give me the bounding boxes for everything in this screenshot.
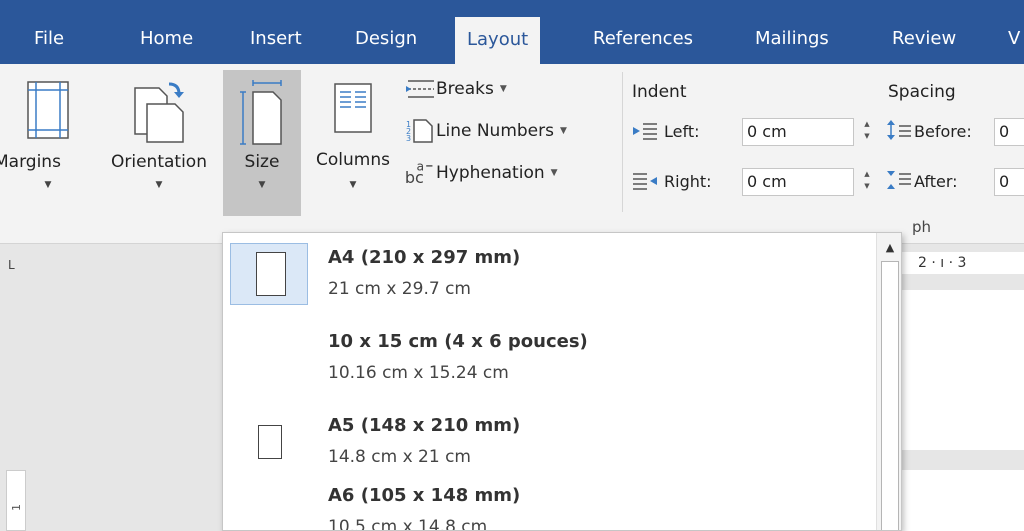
page-size-icon: [240, 80, 282, 145]
indent-right-spinner[interactable]: ▲ ▼: [860, 168, 874, 196]
horizontal-ruler: 2 · ı · 3: [900, 252, 1024, 274]
page-portrait-icon: [256, 252, 286, 296]
tab-view-partial[interactable]: V: [1008, 0, 1020, 64]
chevron-down-icon: ▼: [258, 180, 266, 190]
size-option-dims: 14.8 cm x 21 cm: [328, 447, 471, 467]
vertical-ruler-mark: 1: [9, 504, 23, 511]
chevron-down-icon: ▼: [349, 180, 357, 190]
vertical-ruler: 1: [6, 470, 26, 531]
margins-button[interactable]: Margins ▼: [0, 70, 96, 210]
size-option-a6[interactable]: A6 (105 x 148 mm) 10.5 cm x 14.8 cm: [224, 471, 874, 531]
line-numbers-icon: 1 2 3: [406, 119, 433, 143]
svg-text:a: a: [416, 158, 424, 173]
chevron-down-icon: ▼: [559, 126, 567, 136]
paragraph-group-label: ph: [912, 218, 932, 236]
tab-home[interactable]: Home: [140, 0, 193, 64]
document-page-next[interactable]: [900, 470, 1024, 531]
spacing-title: Spacing: [888, 82, 956, 102]
size-option-name: A5 (148 x 210 mm): [328, 415, 521, 436]
tab-layout[interactable]: Layout: [455, 17, 541, 64]
size-option-a4[interactable]: A4 (210 x 297 mm) 21 cm x 29.7 cm: [224, 233, 874, 317]
size-menu-scrollbar[interactable]: ▲: [876, 233, 901, 530]
breaks-label: Breaks: [436, 79, 494, 99]
indent-title: Indent: [632, 82, 687, 102]
chevron-down-icon: ▼: [44, 180, 52, 190]
line-numbers-label: Line Numbers: [436, 121, 554, 141]
size-option-name: A6 (105 x 148 mm): [328, 485, 521, 506]
tab-mailings[interactable]: Mailings: [755, 0, 829, 64]
page-thumbnail: [230, 243, 308, 305]
indent-left-input[interactable]: 0 cm: [742, 118, 854, 146]
tab-insert[interactable]: Insert: [250, 0, 302, 64]
scrollbar-thumb[interactable]: [881, 261, 899, 530]
orientation-icon: [134, 82, 184, 143]
size-option-name: 10 x 15 cm (4 x 6 pouces): [328, 331, 588, 352]
tab-review[interactable]: Review: [892, 0, 956, 64]
orientation-label: Orientation: [111, 152, 207, 172]
margins-label: Margins: [0, 152, 61, 172]
tab-design[interactable]: Design: [355, 0, 417, 64]
svg-text:3: 3: [406, 134, 411, 143]
spacing-before-label: Before:: [914, 122, 972, 141]
spacing-before-icon: [887, 120, 911, 140]
breaks-button[interactable]: Breaks ▼: [404, 72, 507, 106]
indent-right-icon: [633, 173, 657, 190]
chevron-down-icon: ▼: [550, 168, 558, 178]
ribbon-tab-bar: File Home Insert Design Layout Reference…: [0, 0, 1024, 64]
spacing-after-label: After:: [914, 172, 958, 191]
size-label: Size: [244, 152, 280, 172]
hyphenation-icon: bc a: [405, 158, 433, 187]
columns-icon: [334, 83, 372, 133]
size-dropdown-menu: A4 (210 x 297 mm) 21 cm x 29.7 cm 10 x 1…: [222, 232, 902, 531]
tab-file[interactable]: File: [34, 0, 64, 64]
orientation-button[interactable]: Orientation ▼: [100, 70, 218, 210]
page-portrait-icon: [258, 425, 282, 459]
tab-references[interactable]: References: [593, 0, 693, 64]
indent-left-spinner[interactable]: ▲ ▼: [860, 118, 874, 146]
page-thumbnail: [230, 411, 308, 473]
chevron-down-icon: ▼: [499, 84, 507, 94]
indent-right-input[interactable]: 0 cm: [742, 168, 854, 196]
size-button[interactable]: Size ▼: [223, 70, 301, 216]
breaks-icon: [406, 80, 434, 98]
size-option-name: A4 (210 x 297 mm): [328, 247, 521, 268]
scroll-up-icon[interactable]: ▲: [881, 239, 899, 257]
indent-left-icon: [633, 123, 657, 140]
margins-icon: [27, 81, 69, 139]
spacing-before-input[interactable]: 0: [994, 118, 1024, 146]
size-option-dims: 10.5 cm x 14.8 cm: [328, 517, 488, 531]
columns-button[interactable]: Columns ▼: [304, 70, 402, 210]
ribbon-layout: Margins ▼ Orientation ▼ Size ▼ Columns ▼…: [0, 64, 1024, 244]
document-page[interactable]: [900, 290, 1024, 450]
indent-right-label: Right:: [664, 172, 712, 191]
indent-left-label: Left:: [664, 122, 700, 141]
hyphenation-button[interactable]: bc a Hyphenation ▼: [404, 156, 558, 190]
chevron-down-icon: ▼: [155, 180, 163, 190]
columns-label: Columns: [316, 150, 390, 170]
spacing-after-icon: [887, 171, 911, 189]
spacing-after-input[interactable]: 0: [994, 168, 1024, 196]
tab-selector[interactable]: L: [8, 258, 15, 272]
size-option-dims: 10.16 cm x 15.24 cm: [328, 363, 509, 383]
line-numbers-button[interactable]: 1 2 3 Line Numbers ▼: [404, 114, 567, 148]
hyphenation-label: Hyphenation: [436, 163, 545, 183]
group-separator: [622, 72, 623, 212]
size-option-10x15[interactable]: 10 x 15 cm (4 x 6 pouces) 10.16 cm x 15.…: [224, 317, 874, 401]
size-option-dims: 21 cm x 29.7 cm: [328, 279, 471, 299]
